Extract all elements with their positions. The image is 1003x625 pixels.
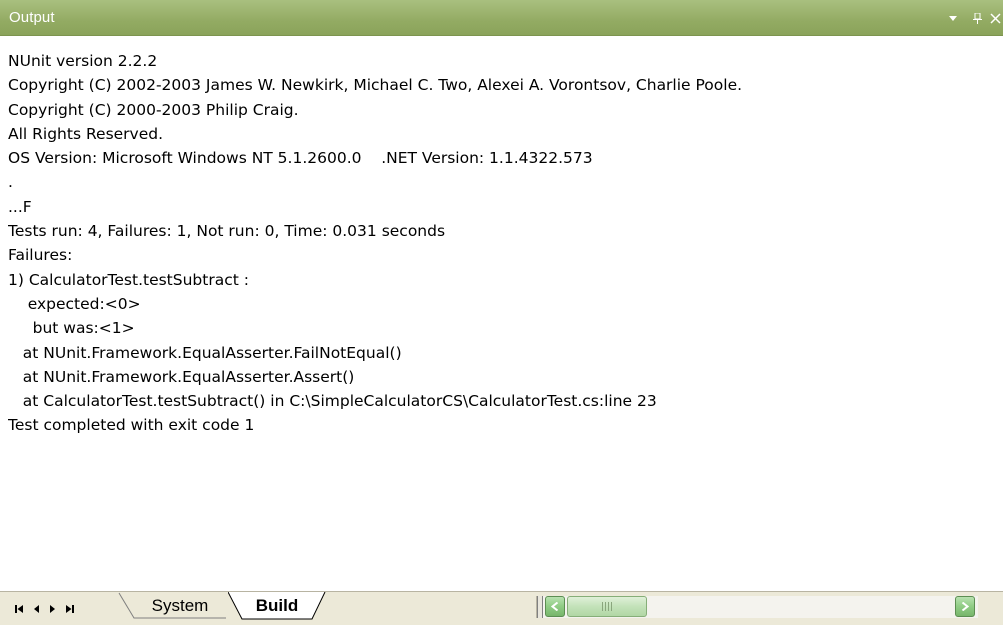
output-line: at CalculatorTest.testSubtract() in C:\S…: [8, 392, 657, 411]
output-line: .: [8, 173, 13, 192]
tab-build-label: Build: [255, 596, 299, 615]
grip-icon: [602, 602, 612, 611]
output-line: Test completed with exit code 1: [8, 416, 255, 435]
prev-tab-icon[interactable]: [27, 602, 44, 616]
output-line: ...F: [8, 197, 32, 216]
output-line: but was:<1>: [8, 319, 135, 338]
title-controls: [941, 8, 1003, 28]
output-line: at NUnit.Framework.EqualAsserter.Assert(…: [8, 367, 355, 386]
output-line: Copyright (C) 2000-2003 Philip Craig.: [8, 100, 299, 119]
output-titlebar[interactable]: Output: [0, 0, 1003, 36]
window-title: Output: [9, 9, 55, 26]
output-line: Copyright (C) 2002-2003 James W. Newkirk…: [8, 76, 743, 95]
output-line: expected:<0>: [8, 294, 141, 313]
tab-navigation: [10, 602, 78, 616]
tab-strip: System Build: [0, 591, 1003, 625]
output-line: 1) CalculatorTest.testSubtract :: [8, 270, 249, 289]
output-line: NUnit version 2.2.2: [8, 52, 158, 70]
first-tab-icon[interactable]: [10, 602, 27, 616]
output-line: All Rights Reserved.: [8, 124, 164, 143]
last-tab-icon[interactable]: [61, 602, 78, 616]
tab-system-label: System: [151, 596, 209, 615]
tab-system[interactable]: System: [118, 592, 234, 620]
output-line: at NUnit.Framework.EqualAsserter.FailNot…: [8, 343, 402, 362]
scroll-right-icon: [961, 602, 969, 611]
output-line: Failures:: [8, 246, 73, 265]
next-tab-icon[interactable]: [44, 602, 61, 616]
close-icon[interactable]: [989, 8, 1003, 28]
scroll-right-button[interactable]: [955, 596, 975, 617]
output-line: OS Version: Microsoft Windows NT 5.1.260…: [8, 149, 593, 168]
scroll-left-button[interactable]: [545, 596, 565, 617]
output-window: Output NUnit version 2.2.2 Copyright (C)…: [0, 0, 1003, 625]
horizontal-scrollbar[interactable]: [536, 596, 978, 618]
scrollbar-thumb[interactable]: [567, 596, 647, 617]
pin-icon[interactable]: [965, 8, 989, 28]
scroll-left-icon: [551, 602, 559, 611]
chevron-down-icon[interactable]: [941, 8, 965, 28]
scrollbar-splitter[interactable]: [537, 596, 543, 618]
output-text-area[interactable]: NUnit version 2.2.2 Copyright (C) 2002-2…: [8, 49, 998, 589]
tab-build[interactable]: Build: [228, 592, 326, 620]
output-line: Tests run: 4, Failures: 1, Not run: 0, T…: [8, 222, 446, 241]
